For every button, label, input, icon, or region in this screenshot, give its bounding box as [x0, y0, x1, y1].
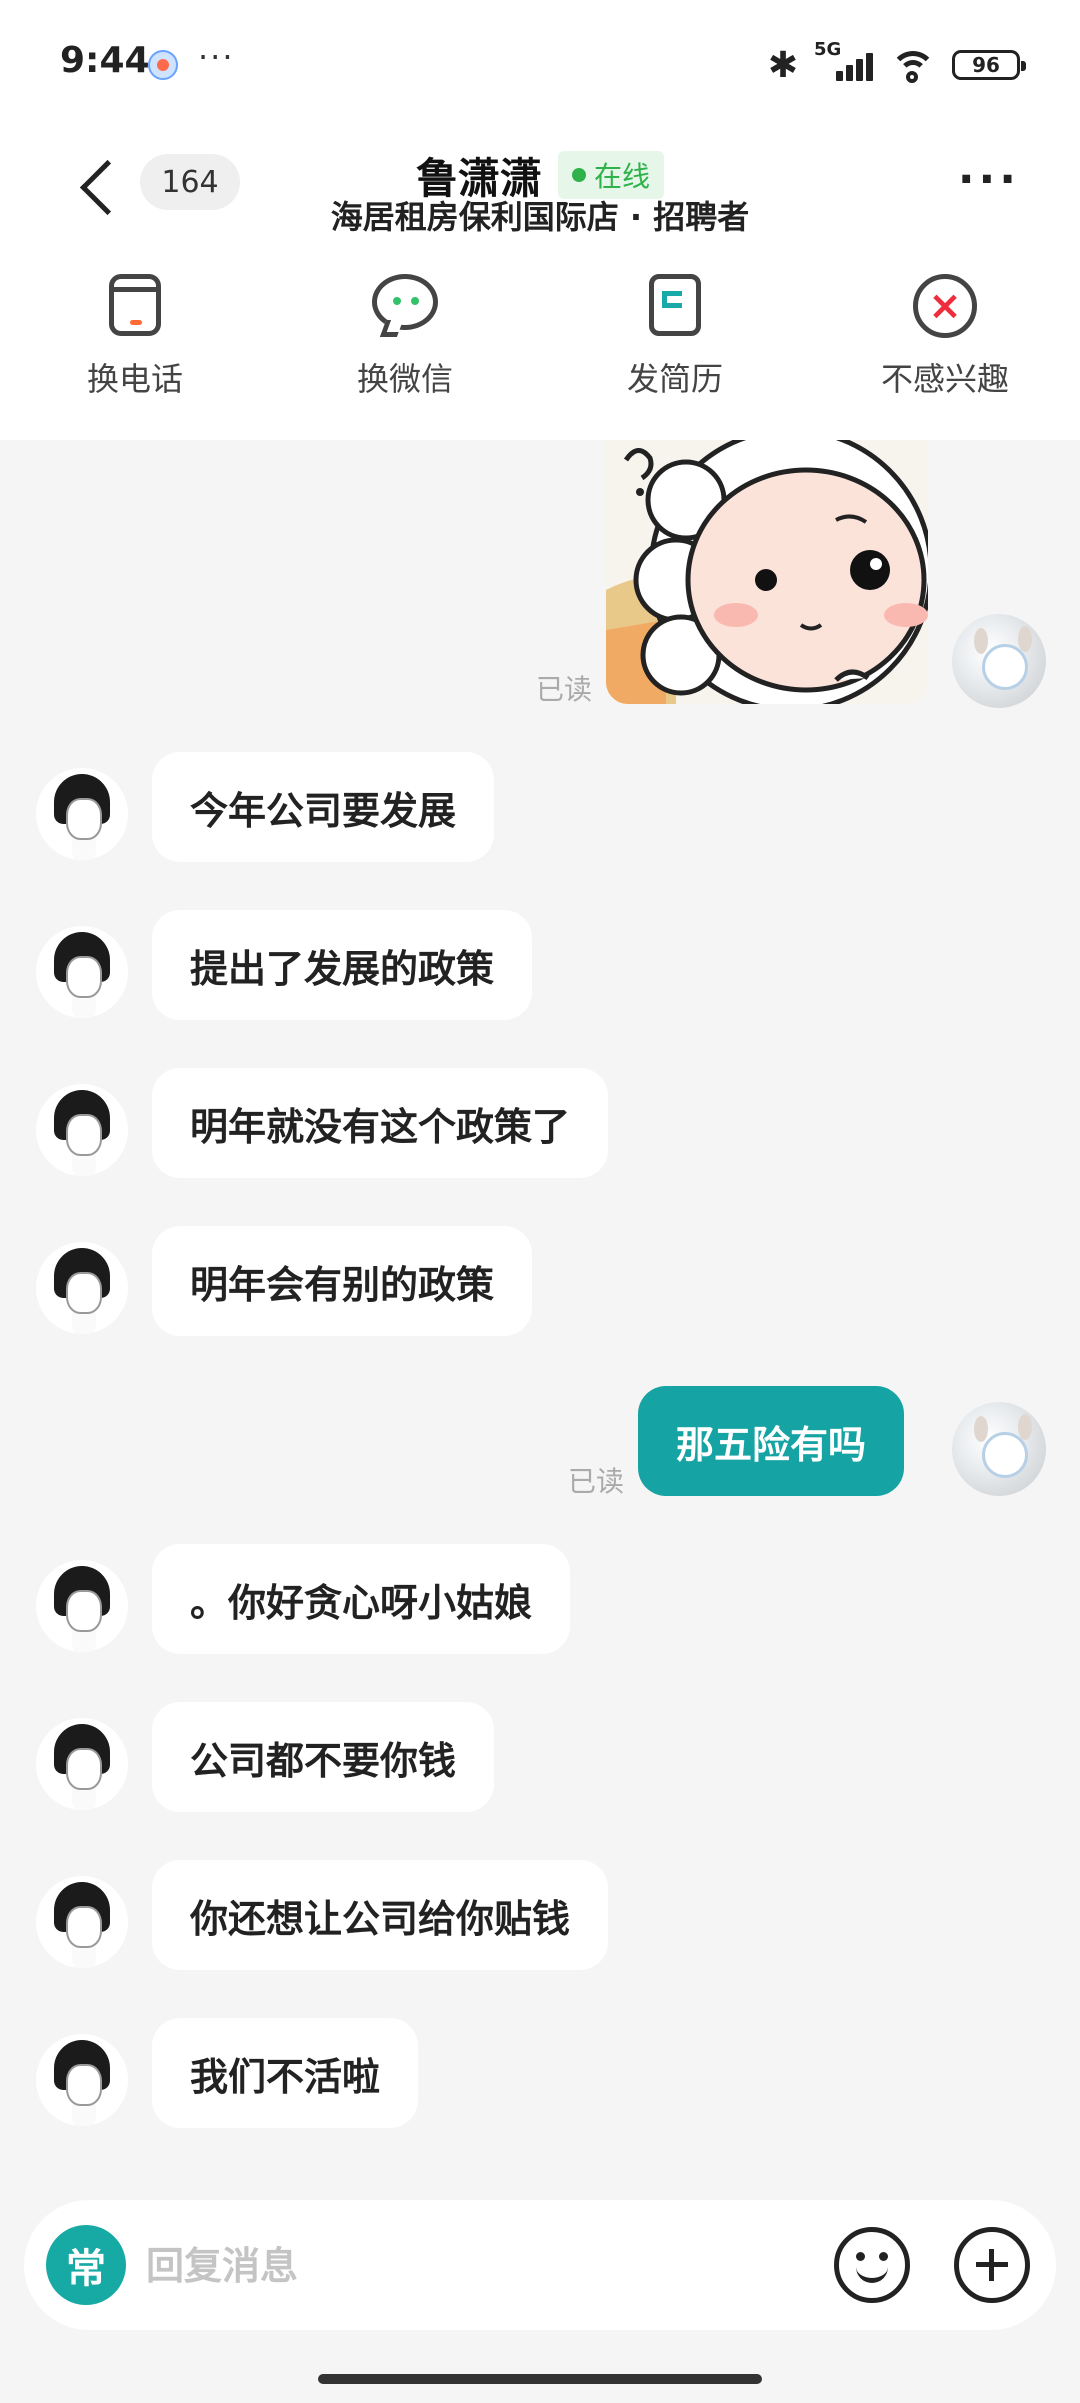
not-interested-icon: × — [913, 274, 977, 338]
message-bubble[interactable]: 明年会有别的政策 — [152, 1226, 533, 1336]
home-indicator[interactable] — [318, 2374, 762, 2384]
exchange-wechat-button[interactable]: 换微信 — [270, 270, 540, 420]
message-bubble[interactable]: 。你好贪心呀小姑娘 — [152, 1544, 571, 1654]
emoji-icon[interactable] — [834, 2227, 910, 2303]
message-bubble[interactable]: 我们不活啦 — [152, 2018, 419, 2128]
network-type: 5G — [814, 39, 842, 60]
contact-avatar[interactable] — [36, 1876, 128, 1968]
message-bubble[interactable]: 提出了发展的政策 — [152, 910, 533, 1020]
signal-icon: 5G — [814, 39, 874, 85]
send-resume-label: 发简历 — [626, 360, 723, 398]
message-bubble[interactable]: 公司都不要你钱 — [152, 1702, 495, 1812]
phone-icon — [109, 274, 161, 336]
app-notification-icon — [148, 50, 178, 80]
more-options-button[interactable]: ··· — [958, 158, 1020, 202]
contact-avatar[interactable] — [36, 768, 128, 860]
reply-input[interactable] — [144, 2230, 828, 2302]
contact-avatar[interactable] — [36, 1718, 128, 1810]
message-list[interactable]: 已读 今年公司要发展 提出了发展的政策 明年就没有这个政策了 明年会有别的政策 … — [0, 440, 1080, 2180]
status-bar: 9:44 ··· ✱ 5G 96 — [0, 0, 1080, 130]
send-resume-button[interactable]: 发简历 — [540, 270, 810, 420]
wifi-icon — [890, 47, 936, 83]
message-bubble[interactable]: 明年就没有这个政策了 — [152, 1068, 609, 1178]
cartoon-sheep-sticker — [606, 440, 928, 704]
quick-actions: 换电话 换微信 发简历 × 不感兴趣 — [0, 270, 1080, 420]
exchange-wechat-label: 换微信 — [356, 360, 453, 398]
not-interested-label: 不感兴趣 — [880, 360, 1009, 398]
plus-icon[interactable] — [954, 2227, 1030, 2303]
status-more-icon: ··· — [198, 38, 235, 76]
battery-icon: 96 — [952, 50, 1026, 80]
read-status: 已读 — [568, 1465, 625, 1498]
contact-avatar[interactable] — [36, 926, 128, 1018]
resume-icon — [649, 274, 701, 336]
wechat-icon — [372, 274, 438, 330]
message-bubble[interactable]: 你还想让公司给你贴钱 — [152, 1860, 609, 1970]
bluetooth-icon: ✱ — [767, 44, 798, 86]
read-status: 已读 — [536, 673, 593, 706]
contact-avatar[interactable] — [36, 1560, 128, 1652]
sticker-message[interactable] — [606, 440, 928, 704]
exchange-phone-label: 换电话 — [86, 360, 183, 398]
exchange-phone-button[interactable]: 换电话 — [0, 270, 270, 420]
message-bubble[interactable]: 今年公司要发展 — [152, 752, 495, 862]
my-avatar[interactable] — [952, 614, 1046, 708]
contact-avatar[interactable] — [36, 2034, 128, 2126]
contact-company: 海居租房保利国际店 · 招聘者 — [330, 198, 750, 236]
contact-avatar[interactable] — [36, 1084, 128, 1176]
contact-avatar[interactable] — [36, 1242, 128, 1334]
online-status-text: 在线 — [594, 160, 651, 193]
online-dot-icon — [572, 168, 586, 182]
my-message-bubble[interactable]: 那五险有吗 — [638, 1386, 905, 1496]
not-interested-button[interactable]: × 不感兴趣 — [810, 270, 1080, 420]
composer-area: 常 — [0, 2180, 1080, 2403]
chat-header: 164 鲁潇潇 在线 海居租房保利国际店 · 招聘者 ··· 换电话 换微信 发… — [0, 130, 1080, 440]
common-phrases-button[interactable]: 常 — [46, 2225, 126, 2305]
reply-bar: 常 — [24, 2200, 1056, 2330]
status-indicators: ✱ 5G 96 — [767, 39, 1026, 88]
my-avatar[interactable] — [952, 1402, 1046, 1496]
status-time: 9:44 — [60, 40, 150, 81]
